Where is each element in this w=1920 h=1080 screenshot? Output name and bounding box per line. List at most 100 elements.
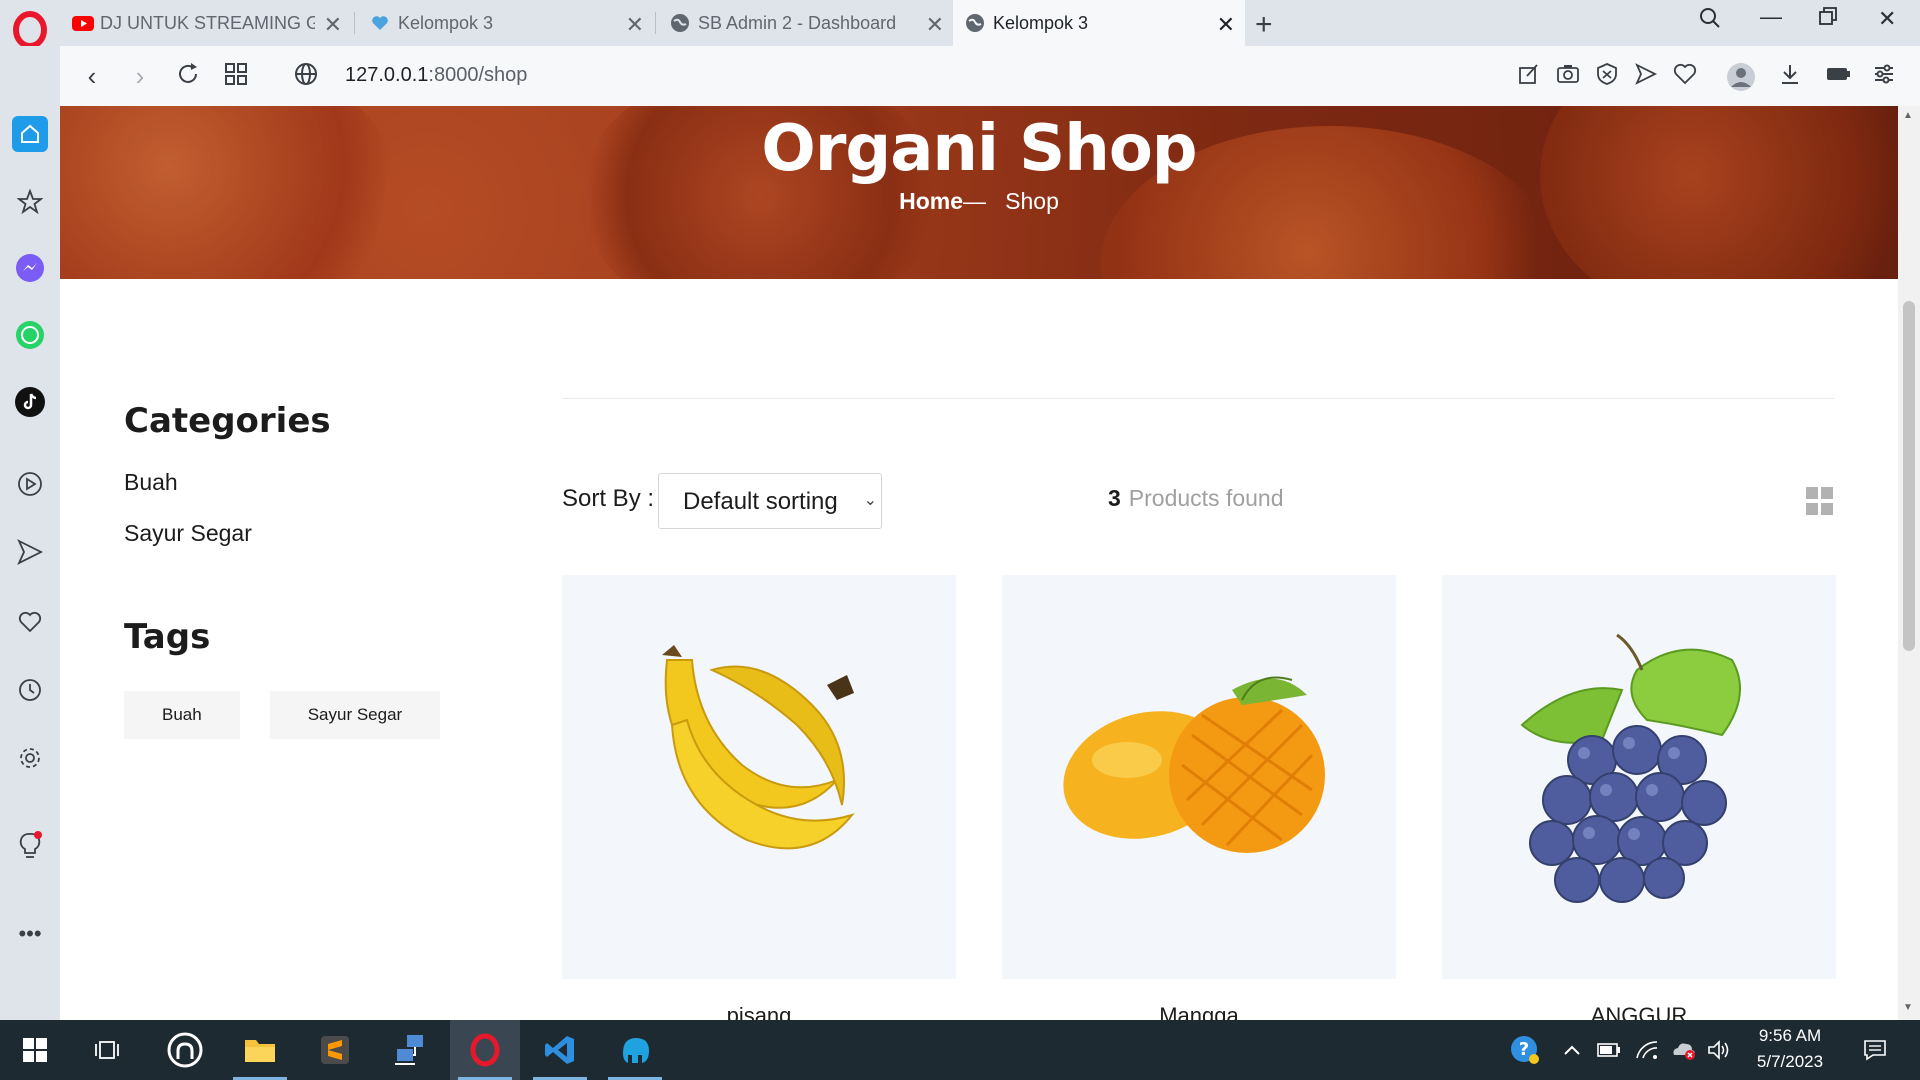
scroll-thumb[interactable] [1903, 301, 1915, 651]
product-name[interactable]: Mangga [1002, 1003, 1396, 1020]
tag-list: Buah Sayur Segar [124, 691, 464, 739]
onedrive-error-icon[interactable] [1666, 1020, 1702, 1080]
send-icon[interactable] [1632, 62, 1660, 90]
product-card[interactable]: ANGGUR [1442, 575, 1836, 1020]
product-image-banana[interactable] [562, 575, 956, 979]
tab-youtube[interactable]: DJ UNTUK STREAMING GA ✕ [60, 0, 352, 46]
tab-title: DJ UNTUK STREAMING GA [100, 12, 315, 33]
shop-main: Sort By : Default sorting ⌄ 3 Products fo… [562, 398, 1836, 1020]
product-name[interactable]: pisang [562, 1003, 956, 1020]
star-icon[interactable] [12, 184, 48, 220]
more-icon[interactable]: ••• [12, 916, 48, 952]
opera-taskbar-icon[interactable] [450, 1020, 520, 1080]
whatsapp-icon[interactable] [12, 317, 48, 353]
camera-icon[interactable] [1554, 62, 1582, 90]
tab-sb-admin[interactable]: SB Admin 2 - Dashboard ✕ [658, 0, 954, 46]
battery-saver-icon[interactable] [1824, 62, 1852, 90]
tag-buah[interactable]: Buah [124, 691, 240, 739]
easy-setup-icon[interactable] [1870, 62, 1898, 90]
tag-sayur-segar[interactable]: Sayur Segar [269, 691, 441, 739]
github-desktop-icon[interactable] [150, 1020, 220, 1080]
products-found-count: 3 [1108, 485, 1121, 511]
opera-logo-icon[interactable] [10, 10, 50, 50]
tab-kelompok3-active[interactable]: Kelompok 3 ✕ [953, 0, 1245, 46]
product-image-grapes[interactable] [1442, 575, 1836, 979]
battery-icon[interactable] [1592, 1020, 1626, 1080]
tab-separator [655, 12, 656, 34]
tab-separator [354, 12, 355, 34]
divider [562, 398, 1834, 399]
breadcrumb-home-link[interactable]: Home [899, 188, 963, 214]
history-icon[interactable] [12, 672, 48, 708]
forward-icon[interactable]: › [126, 62, 154, 90]
avatar[interactable] [1726, 62, 1755, 91]
windows-start-icon[interactable] [0, 1020, 70, 1080]
minimize-button[interactable]: — [1760, 4, 1782, 30]
network-app-icon[interactable] [375, 1020, 445, 1080]
tableplus-icon[interactable] [600, 1020, 670, 1080]
lightbulb-icon[interactable] [12, 828, 48, 864]
categories-title: Categories [124, 401, 331, 441]
tab-grid-icon[interactable] [222, 62, 250, 90]
sort-label: Sort By : [562, 485, 655, 512]
adblock-icon[interactable] [1593, 62, 1621, 90]
close-tab-icon[interactable]: ✕ [324, 12, 342, 38]
sublime-text-icon[interactable] [300, 1020, 370, 1080]
messenger-icon[interactable] [12, 250, 48, 286]
file-explorer-icon[interactable] [225, 1020, 295, 1080]
grid-view-icon[interactable] [1806, 487, 1834, 515]
url-field[interactable]: 127.0.0.1:8000/shop [345, 64, 527, 87]
scroll-up-icon[interactable]: ▲ [1903, 110, 1913, 121]
page-viewport: Organi Shop Home— Shop Categories Buah S… [60, 106, 1898, 1020]
opera-sidebar: ••• [0, 46, 60, 1020]
category-link-sayur-segar[interactable]: Sayur Segar [124, 520, 464, 547]
tiktok-icon[interactable] [12, 384, 48, 420]
back-icon[interactable]: ‹ [78, 62, 106, 90]
page-title: Organi Shop [761, 112, 1197, 186]
player-icon[interactable] [12, 466, 48, 502]
vscode-icon[interactable] [525, 1020, 595, 1080]
chevron-up-icon[interactable] [1555, 1020, 1589, 1080]
close-tab-icon[interactable]: ✕ [926, 12, 944, 38]
tab-kelompok3[interactable]: Kelompok 3 ✕ [358, 0, 654, 46]
heart-icon[interactable] [1671, 62, 1699, 90]
send-icon[interactable] [12, 534, 48, 570]
product-card[interactable]: Mangga [1002, 575, 1396, 1020]
close-tab-icon[interactable]: ✕ [626, 12, 644, 38]
product-card[interactable]: pisang [562, 575, 956, 1020]
scroll-down-icon[interactable]: ▼ [1903, 1002, 1913, 1013]
product-image-mango[interactable] [1002, 575, 1396, 979]
clock-time[interactable]: 9:56 AM [1740, 1026, 1840, 1046]
home-icon[interactable] [12, 116, 48, 152]
new-tab-button[interactable]: + [1255, 8, 1273, 42]
tab-bar: DJ UNTUK STREAMING GA ✕ Kelompok 3 ✕ SB … [0, 0, 1920, 49]
search-tabs-icon[interactable] [1698, 6, 1722, 36]
globe-favicon-icon [670, 13, 690, 33]
clock-date[interactable]: 5/7/2023 [1740, 1052, 1840, 1072]
breadcrumb: Home— Shop [60, 188, 1898, 215]
youtube-icon [72, 13, 94, 33]
taskbar: ? 9:56 AM 5/7/2023 [0, 1020, 1920, 1080]
reload-icon[interactable] [174, 62, 202, 90]
globe-icon[interactable] [292, 62, 320, 90]
products-found-label: Products found [1128, 485, 1284, 511]
restore-button[interactable] [1818, 6, 1838, 32]
svg-text:?: ? [1519, 1039, 1529, 1060]
download-icon[interactable] [1776, 62, 1804, 90]
close-tab-icon[interactable]: ✕ [1217, 12, 1235, 38]
close-window-button[interactable]: ✕ [1878, 6, 1896, 32]
task-view-icon[interactable] [72, 1020, 142, 1080]
category-link-buah[interactable]: Buah [124, 469, 464, 496]
page-scrollbar[interactable]: ▲ ▼ [1898, 106, 1920, 1020]
notification-icon[interactable] [1850, 1020, 1900, 1080]
snapshot-edit-icon[interactable] [1515, 62, 1543, 90]
speaker-icon[interactable] [1702, 1020, 1736, 1080]
settings-icon[interactable] [12, 740, 48, 776]
sort-select[interactable]: Default sorting ⌄ [658, 473, 882, 529]
wifi-icon[interactable] [1630, 1020, 1664, 1080]
hero-banner: Organi Shop Home— Shop [60, 106, 1898, 279]
product-name[interactable]: ANGGUR [1442, 1003, 1836, 1020]
heart-icon[interactable] [12, 604, 48, 640]
tab-title: SB Admin 2 - Dashboard [698, 12, 897, 33]
help-icon[interactable]: ? [1500, 1020, 1550, 1080]
